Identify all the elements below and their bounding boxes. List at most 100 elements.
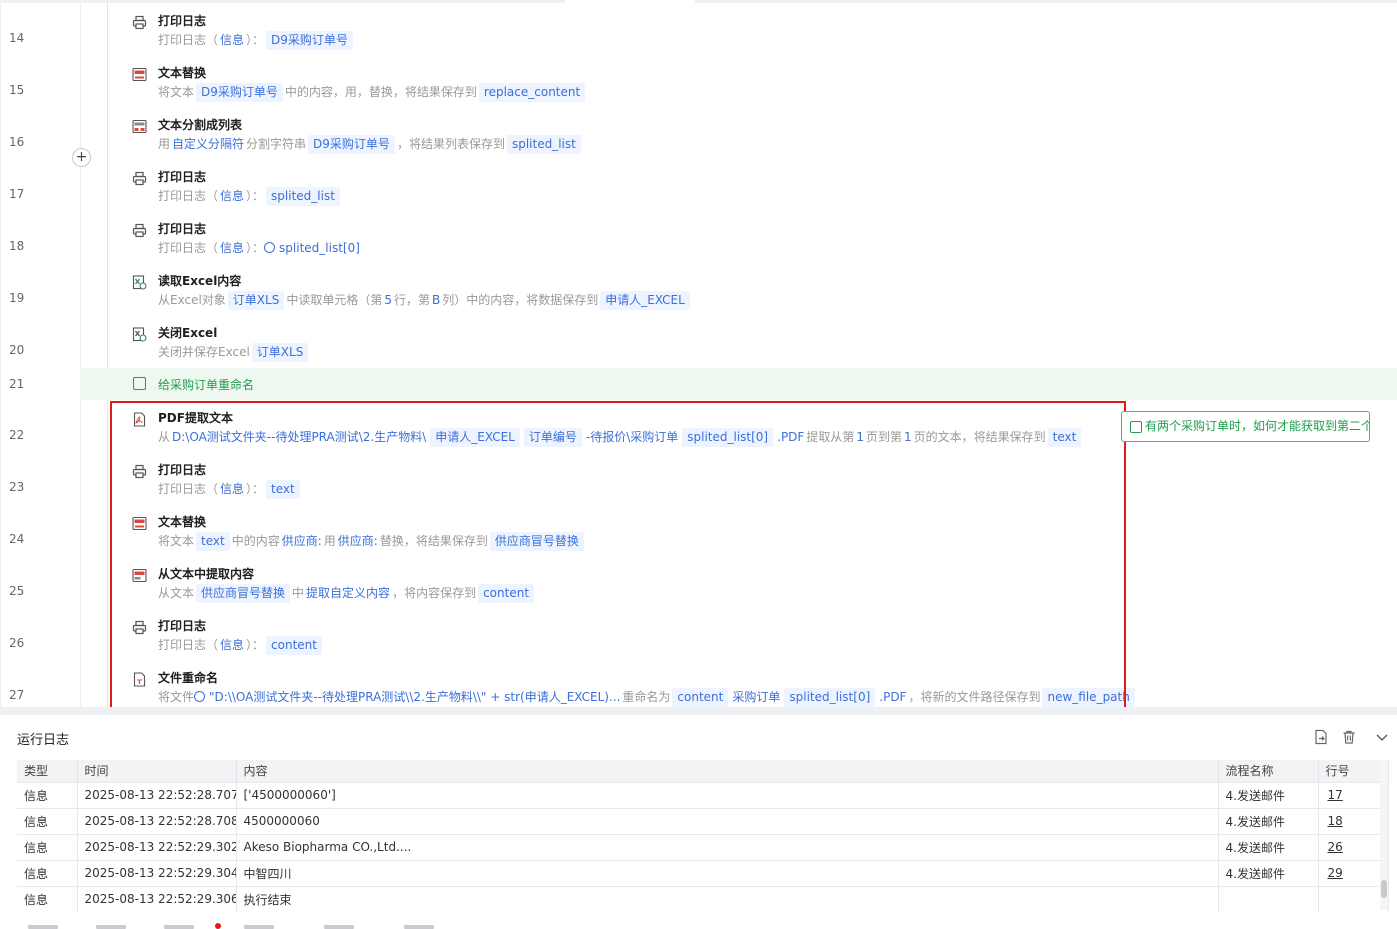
param-value[interactable]: D:\OA测试文件夹--待处理PRA测试\2.生产物料\ (172, 430, 426, 444)
column-header[interactable]: 流程名称 (1218, 760, 1319, 782)
step-text: 列）中的内容，将数据保存到 (442, 293, 599, 307)
text-replace-icon (132, 516, 147, 531)
param-value[interactable]: 供应商: (338, 534, 378, 548)
expression-icon (264, 242, 276, 253)
column-header[interactable]: 时间 (77, 760, 237, 782)
text-extract-icon (132, 568, 147, 583)
variable-tag[interactable]: splited_list (506, 135, 581, 154)
step-text: ）： (246, 482, 265, 496)
excel-read-icon (132, 275, 147, 290)
param-value[interactable]: 信息 (220, 33, 244, 47)
variable-tag[interactable]: content (266, 636, 322, 655)
log-row[interactable]: 信息 2025-08-13 22:52:28.707 ['4500000060'] 4… (17, 781, 1389, 808)
comment-row[interactable] (80, 368, 1397, 400)
param-value[interactable]: B (432, 293, 440, 307)
variable-tag[interactable]: content (672, 688, 729, 707)
variable-tag[interactable]: splited_list[0] (682, 428, 774, 447)
variable-tag[interactable]: 供应商冒号替换 (489, 532, 584, 551)
file-rename-icon (132, 672, 147, 687)
step-text: 页的文本，将结果保存到 (913, 430, 1046, 444)
add-step-button[interactable]: + (72, 148, 91, 167)
log-line-link[interactable]: 17 (1318, 781, 1389, 808)
collapse-panel-icon[interactable] (1374, 729, 1390, 745)
variable-tag[interactable]: 订单XLS (227, 291, 285, 310)
param-value[interactable]: -待报价\采购订单 (586, 430, 678, 444)
step-text: ）： (246, 638, 265, 652)
log-row[interactable]: 信息 2025-08-13 22:52:28.708 4500000060 4.发送邮… (17, 807, 1389, 834)
line-number: 19 (9, 291, 25, 305)
clear-log-icon[interactable] (1341, 729, 1357, 745)
step-text: ）： (246, 189, 265, 203)
bottom-tab[interactable] (164, 925, 194, 929)
param-value[interactable]: 信息 (220, 241, 244, 255)
bottom-tab[interactable] (96, 925, 126, 929)
notification-dot (215, 923, 221, 929)
param-value[interactable]: 供应商: (282, 534, 322, 548)
export-log-icon[interactable] (1313, 729, 1329, 745)
scrollbar-thumb[interactable] (1381, 880, 1387, 898)
param-value[interactable]: 自定义分隔符 (172, 137, 244, 151)
variable-tag[interactable]: 订单XLS (251, 343, 309, 362)
variable-tag[interactable]: splited_list[0] (784, 688, 876, 707)
variable-tag[interactable]: D9采购订单号 (196, 83, 283, 102)
param-value[interactable]: 信息 (220, 189, 244, 203)
log-flow-name (1218, 885, 1319, 912)
variable-tag[interactable]: splited_list (266, 187, 340, 206)
log-row[interactable]: 信息 2025-08-13 22:52:29.306 执行结束 (17, 885, 1389, 912)
variable-tag[interactable]: text (266, 480, 300, 499)
variable-tag[interactable]: 申请人_EXCEL (600, 291, 690, 310)
variable-tag[interactable]: D9采购订单号 (266, 31, 353, 50)
column-header[interactable]: 内容 (236, 760, 1219, 782)
expression-value[interactable]: "D:\\OA测试文件夹--待处理PRA测试\\2.生产物料\\" + str(… (209, 690, 620, 704)
line-number: 23 (9, 480, 25, 494)
step-description: 打印日志（ 信息）： D9采购订单号 (158, 30, 355, 50)
log-line-link[interactable]: 26 (1318, 833, 1389, 860)
log-row[interactable]: 信息 2025-08-13 22:52:29.304 中智四川 4.发送邮件 29 (17, 859, 1389, 886)
panel-divider[interactable] (0, 707, 1397, 715)
bottom-tab[interactable] (28, 925, 58, 929)
bottom-tab[interactable] (324, 925, 354, 929)
param-value[interactable]: 5 (384, 293, 392, 307)
bottom-tab[interactable] (244, 925, 274, 929)
step-description: 将文本 text 中的内容 供应商: 用供应商: 替换，将结果保存到 供应商冒号替换 (158, 531, 586, 551)
variable-tag[interactable]: replace_content (478, 83, 586, 102)
param-value[interactable]: .PDF (879, 690, 906, 704)
step-text: ，将新的文件路径保存到 (908, 690, 1041, 704)
variable-tag[interactable]: 订单编号 (523, 428, 582, 447)
bottom-tab[interactable] (404, 925, 434, 929)
variable-tag[interactable]: 供应商冒号替换 (196, 584, 291, 603)
comment-text[interactable]: 给采购订单重命名 (158, 376, 254, 393)
param-value[interactable]: .PDF (777, 430, 804, 444)
column-header[interactable]: 类型 (17, 760, 78, 782)
step-description: 打印日志（ 信息）： content (158, 635, 324, 655)
param-value[interactable]: 1 (856, 430, 864, 444)
log-type: 信息 (17, 885, 78, 912)
log-line-link[interactable] (1318, 885, 1389, 912)
log-row[interactable]: 信息 2025-08-13 22:52:29.302 Akeso Biopharma… (17, 833, 1389, 860)
log-flow-name: 4.发送邮件 (1218, 833, 1319, 860)
step-description: 打印日志（ 信息）： text (158, 479, 302, 499)
param-value[interactable]: 采购订单 (732, 690, 780, 704)
log-time: 2025-08-13 22:52:28.708 (77, 807, 237, 834)
column-header[interactable]: 行号 (1318, 760, 1389, 782)
log-line-link[interactable]: 18 (1318, 807, 1389, 834)
variable-tag[interactable]: text (196, 532, 230, 551)
log-type: 信息 (17, 781, 78, 808)
log-scrollbar[interactable] (1380, 760, 1388, 910)
step-text: 打印日志（ (158, 189, 219, 203)
param-value[interactable]: 信息 (220, 482, 244, 496)
step-description: 打印日志（ 信息）： splited_list[0] (158, 238, 362, 258)
variable-tag[interactable]: content (478, 584, 535, 603)
sticky-note[interactable]: 有两个采购订单时，如何才能获取到第二个 (1121, 411, 1370, 442)
variable-tag[interactable]: D9采购订单号 (308, 135, 395, 154)
variable-tag[interactable]: text (1047, 428, 1082, 447)
step-description: 用自定义分隔符 分割字符串 D9采购订单号 ，将结果列表保存到 splited_list (158, 134, 583, 154)
param-value[interactable]: 提取自定义内容 (306, 586, 390, 600)
log-line-link[interactable]: 29 (1318, 859, 1389, 886)
variable-tag[interactable]: 申请人_EXCEL (430, 428, 520, 447)
variable-tag[interactable]: new_file_path (1042, 688, 1135, 707)
step-text: 替换，将结果保存到 (379, 534, 488, 548)
expression-value[interactable]: splited_list[0] (279, 241, 360, 255)
param-value[interactable]: 1 (904, 430, 912, 444)
param-value[interactable]: 信息 (220, 638, 244, 652)
